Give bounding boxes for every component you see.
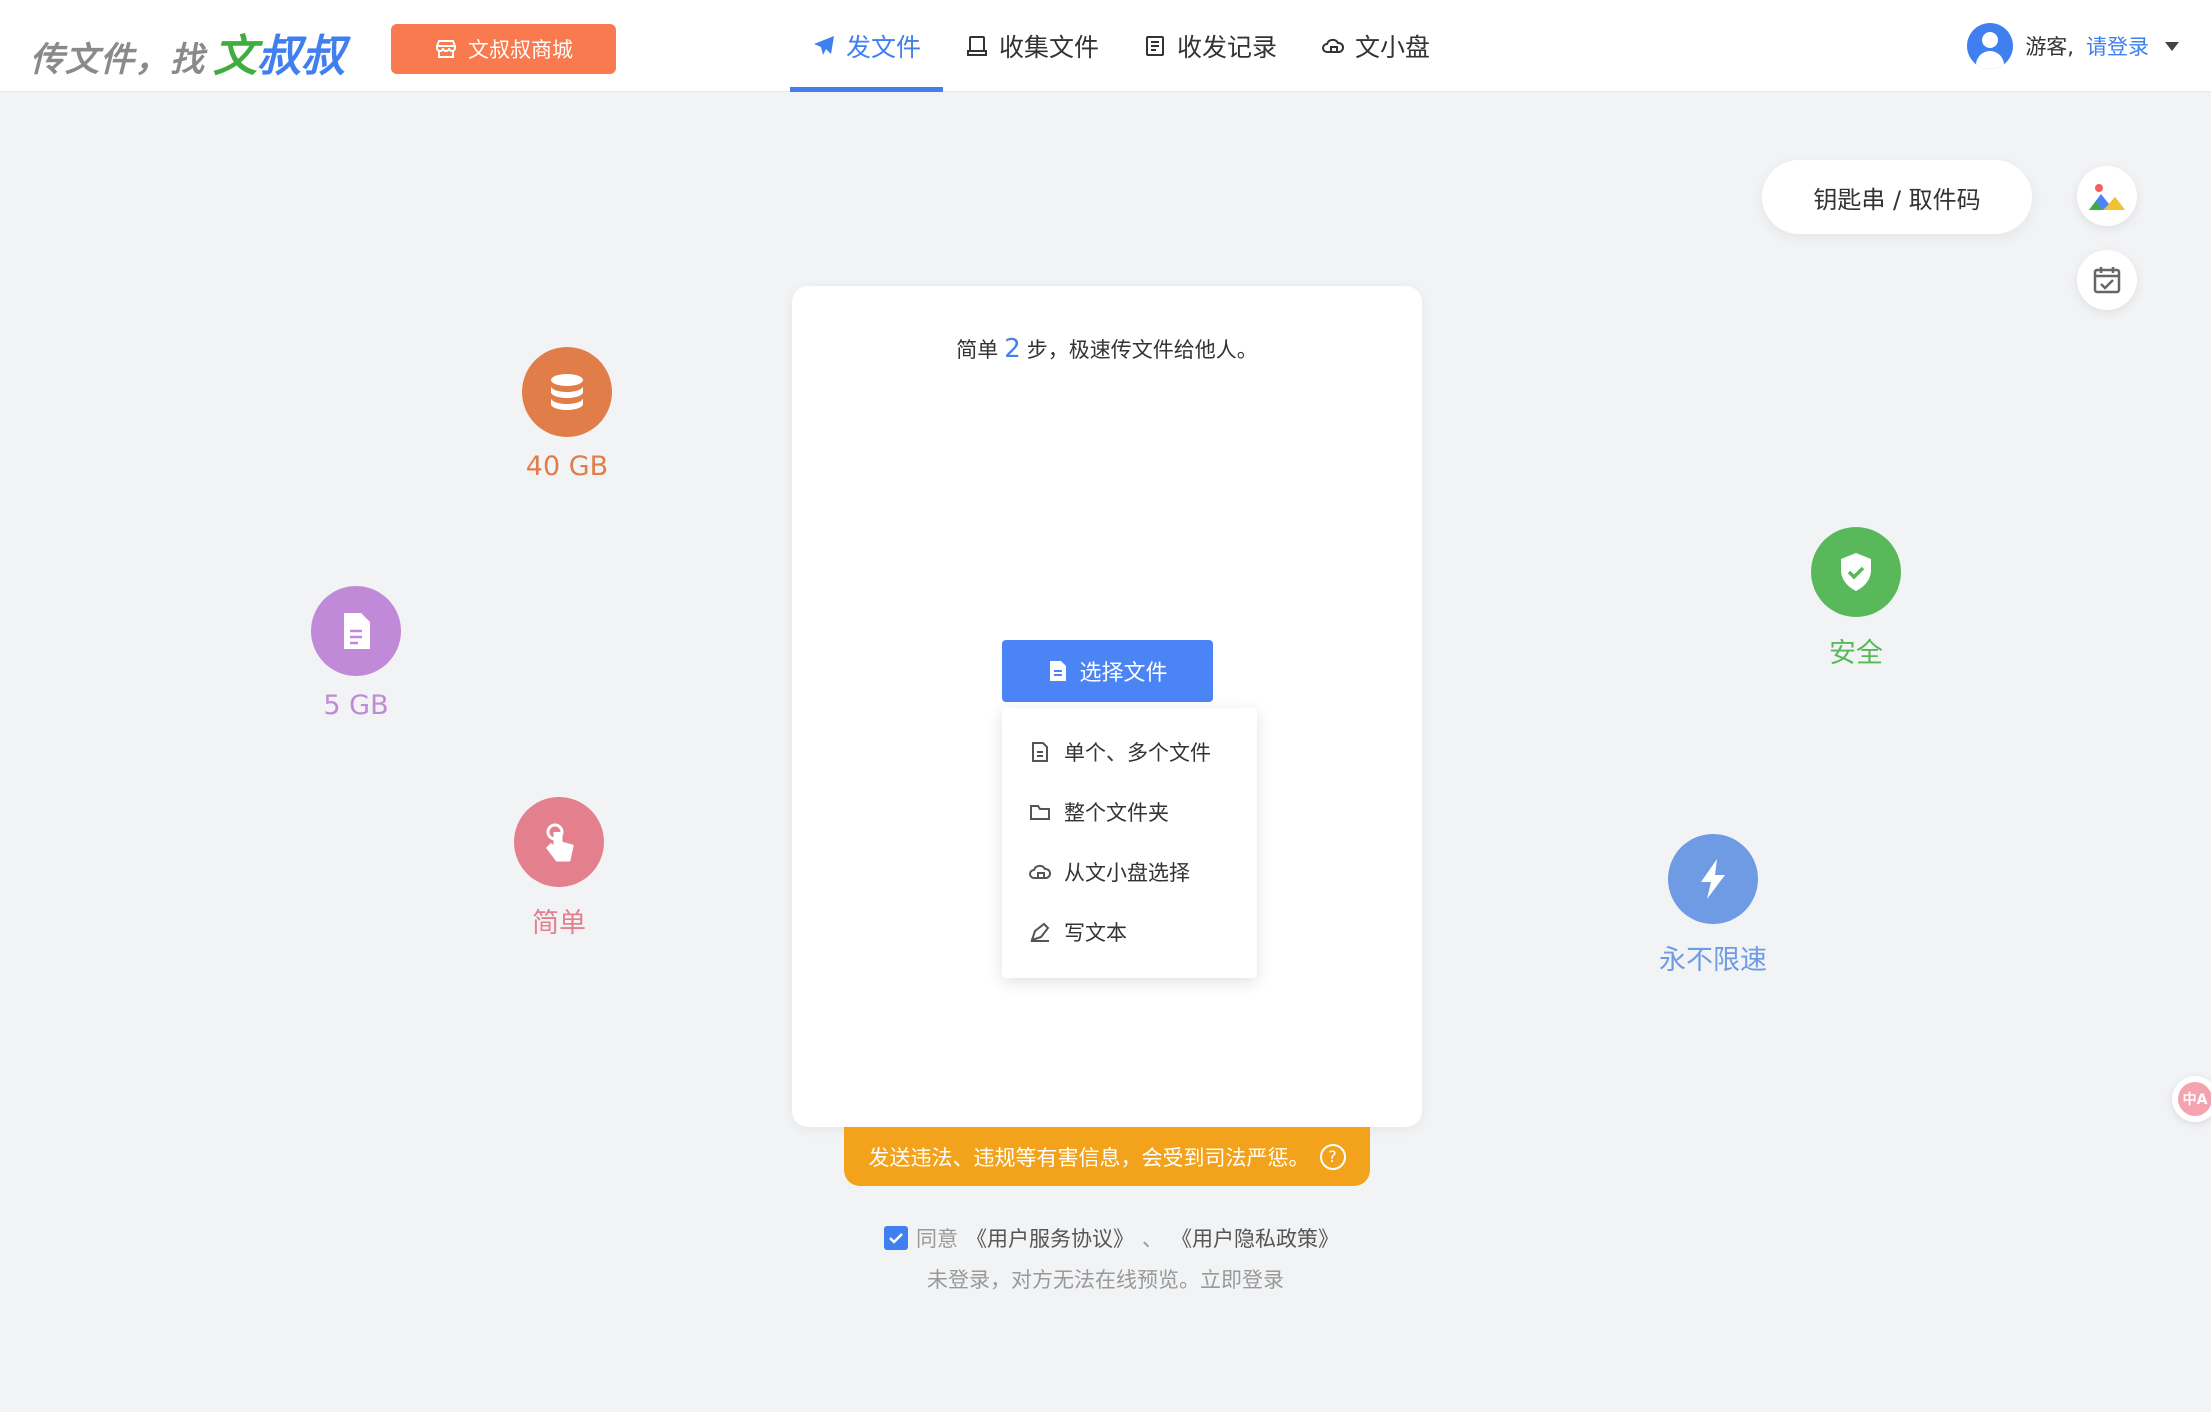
feature-file-5gb-label: 5 GB [323, 690, 389, 721]
agreement-row: 同意 《用户服务协议》 、 《用户隐私政策》 [884, 1222, 1339, 1254]
service-agreement-link[interactable]: 《用户服务协议》 [966, 1223, 1134, 1253]
avatar[interactable] [1967, 23, 2014, 69]
login-link[interactable]: 请登录 [2086, 31, 2149, 61]
agree-label: 同意 [916, 1227, 958, 1251]
site-logo[interactable]: 传文件，找 文 叔叔 [30, 20, 345, 82]
select-file-menu: 单个、多个文件 整个文件夹 从文小盘选择 写文本 [1002, 708, 1257, 978]
record-list-icon [1146, 36, 1165, 56]
tab-cloud-disk[interactable]: 文小盘 [1299, 0, 1452, 92]
menu-item-from-cloud-disk[interactable]: 从文小盘选择 [1002, 842, 1257, 902]
pen-icon [1030, 922, 1050, 942]
feature-file-5gb: 5 GB [256, 586, 456, 721]
logo-brand-1: 文 [213, 31, 257, 82]
feature-secure: 安全 [1756, 527, 1956, 670]
main-nav: 发文件 收集文件 收发记录 文小盘 [790, 0, 1452, 92]
translate-icon: 中A [2178, 1082, 2211, 1116]
logo-brand-2: 叔叔 [257, 31, 345, 82]
feature-simple-label: 简单 [532, 908, 586, 939]
chevron-down-icon[interactable] [2165, 41, 2179, 51]
store-icon [436, 40, 456, 58]
card-tip-prefix: 简单 [956, 338, 999, 362]
calendar-button[interactable] [2077, 250, 2137, 310]
login-hint: 未登录，对方无法在线预览。立即登录 [0, 1264, 2211, 1294]
calendar-check-icon [2093, 267, 2121, 294]
paper-plane-icon [814, 36, 834, 55]
card-tip-suffix: 步，极速传文件给他人。 [1026, 338, 1258, 362]
shield-check-icon [1811, 527, 1901, 617]
file-icon [1032, 742, 1048, 762]
guest-label: 游客, [2025, 35, 2074, 59]
tab-cloud-disk-label: 文小盘 [1355, 33, 1431, 62]
menu-item-label: 写文本 [1064, 921, 1127, 945]
feature-storage-40gb-label: 40 GB [525, 451, 609, 482]
legal-warning-bar: 发送违法、违规等有害信息，会受到司法严惩。 ? [844, 1127, 1370, 1186]
tab-collect-files-label: 收集文件 [999, 33, 1100, 62]
file-icon [1050, 661, 1067, 681]
card-tip-number: 2 [1004, 334, 1021, 364]
mall-button[interactable]: 文叔叔商城 [391, 24, 616, 74]
document-icon [311, 586, 401, 676]
card-tip: 简单 2 步，极速传文件给他人。 [792, 334, 1422, 364]
lightning-icon [1668, 834, 1758, 924]
menu-item-label: 从文小盘选择 [1064, 861, 1190, 885]
logo-prefix: 传文件，找 [30, 40, 205, 80]
menu-item-label: 单个、多个文件 [1064, 741, 1211, 765]
tab-send-file[interactable]: 发文件 [790, 0, 944, 92]
feature-secure-label: 安全 [1829, 638, 1883, 669]
select-file-button-label: 选择文件 [1079, 661, 1168, 686]
legal-warning-text: 发送违法、违规等有害信息，会受到司法严惩。 [868, 1145, 1310, 1170]
wallpaper-button[interactable] [2077, 166, 2137, 226]
menu-item-single-multiple-files[interactable]: 单个、多个文件 [1002, 722, 1257, 782]
mall-button-label: 文叔叔商城 [468, 38, 573, 62]
top-header: 传文件，找 文 叔叔 文叔叔商城 发文件 收集文件 收发记录 文小盘 游客, 请… [0, 0, 2211, 92]
agree-checkbox[interactable] [884, 1226, 908, 1250]
feature-unlimited-speed-label: 永不限速 [1659, 945, 1767, 976]
tap-hand-icon [514, 797, 604, 887]
database-icon [522, 347, 612, 437]
upload-card: 简单 2 步，极速传文件给他人。 选择文件 [792, 286, 1422, 1127]
feature-unlimited-speed: 永不限速 [1613, 834, 1813, 977]
tab-collect-files[interactable]: 收集文件 [943, 0, 1121, 92]
menu-item-label: 整个文件夹 [1064, 801, 1169, 825]
login-now-link[interactable]: 立即登录 [1200, 1268, 1284, 1292]
check-icon [889, 1233, 903, 1244]
login-hint-text: 未登录，对方无法在线预览。 [927, 1268, 1200, 1292]
folder-icon [1030, 805, 1050, 820]
mountain-image-icon [2089, 184, 2125, 210]
select-file-button[interactable]: 选择文件 [1002, 640, 1213, 702]
user-menu[interactable]: 游客, 请登录 [1967, 22, 2179, 70]
feature-storage-40gb: 40 GB [467, 347, 667, 482]
tab-send-file-label: 发文件 [846, 33, 922, 62]
translate-button[interactable]: 中A [2172, 1076, 2211, 1122]
tab-records[interactable]: 收发记录 [1121, 0, 1299, 92]
tab-records-label: 收发记录 [1177, 33, 1278, 62]
feature-simple: 简单 [459, 797, 659, 940]
menu-item-write-text[interactable]: 写文本 [1002, 902, 1257, 962]
help-icon[interactable]: ? [1319, 1143, 1346, 1170]
cloud-lock-icon [1322, 38, 1345, 53]
cloud-icon [1029, 864, 1052, 879]
privacy-policy-link[interactable]: 《用户隐私政策》 [1171, 1223, 1339, 1253]
inbox-icon [967, 36, 988, 56]
key-code-button[interactable]: 钥匙串 / 取件码 [1762, 160, 2032, 234]
menu-item-folder[interactable]: 整个文件夹 [1002, 782, 1257, 842]
agreement-separator: 、 [1142, 1227, 1163, 1251]
